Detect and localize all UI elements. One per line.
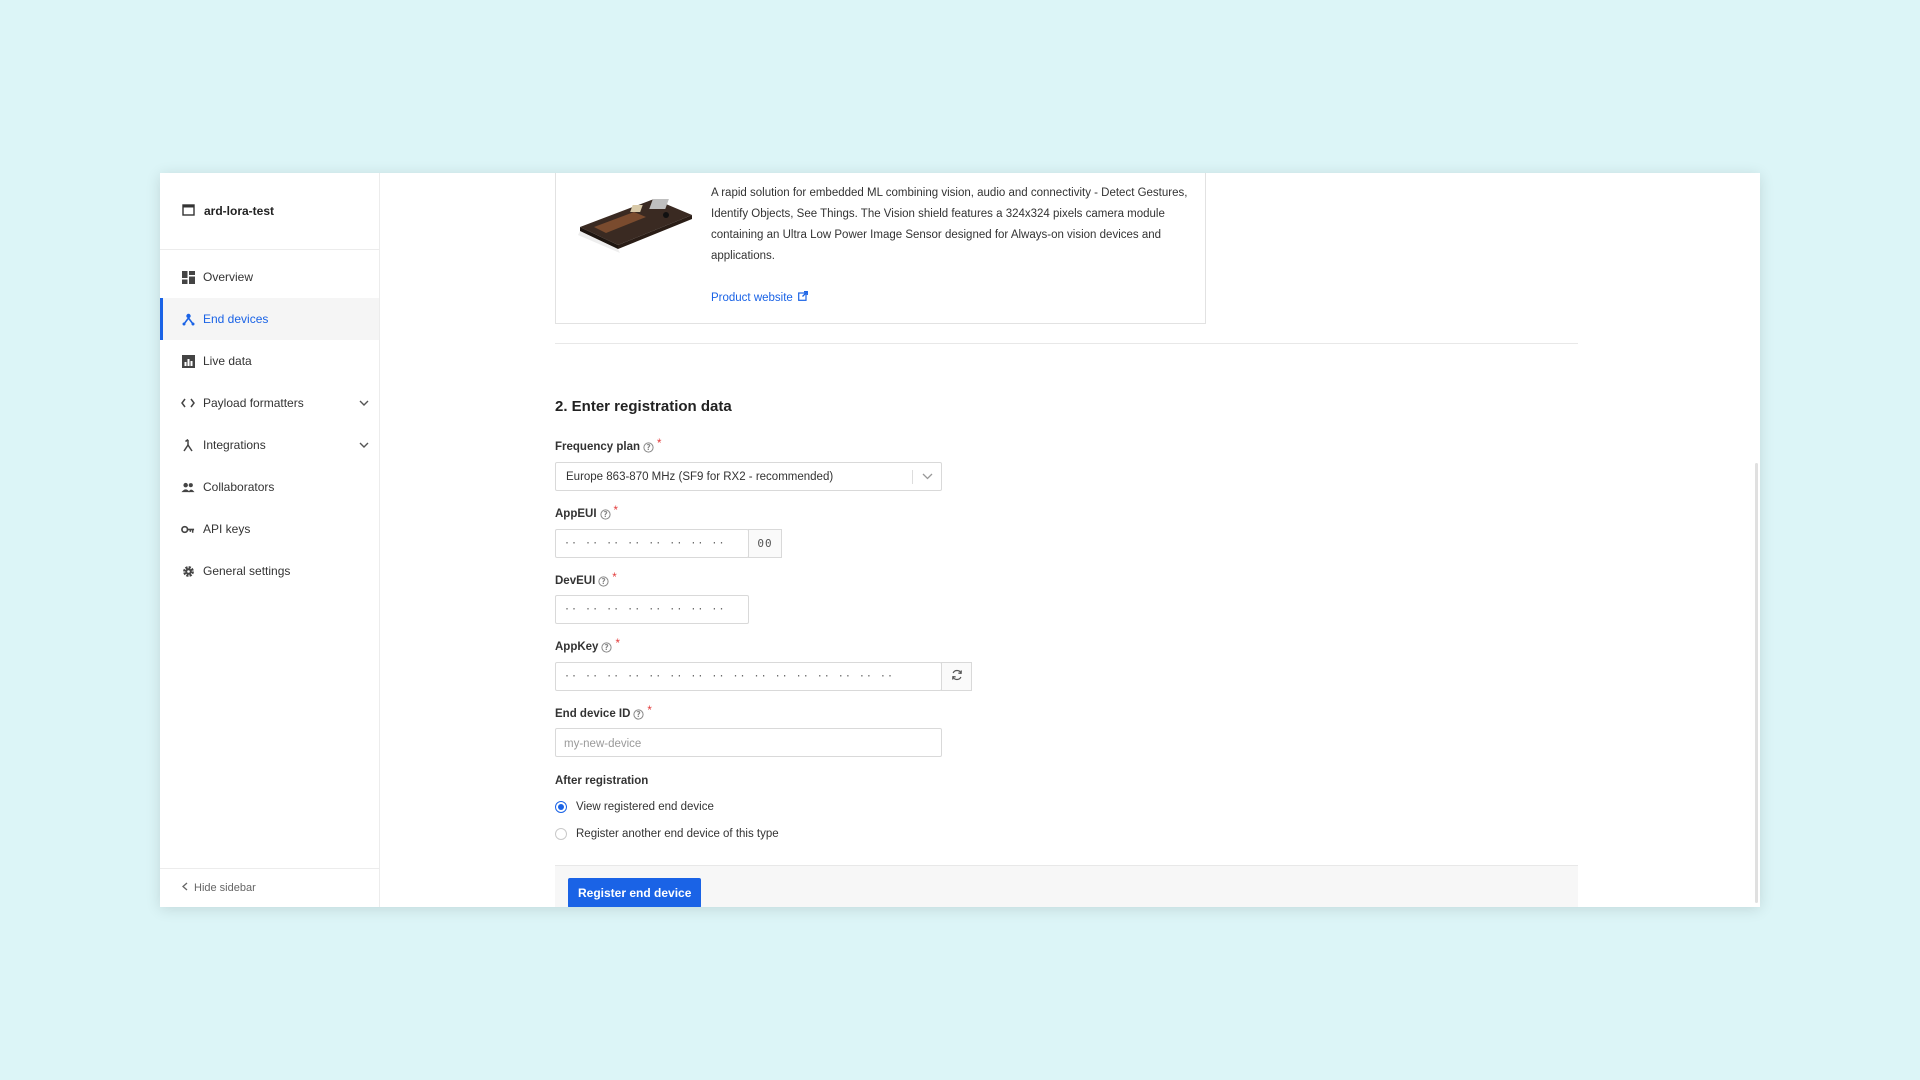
app-key-label: AppKey ? * <box>555 638 620 653</box>
key-icon <box>181 522 195 536</box>
required-asterisk: * <box>647 705 652 717</box>
device-id-field <box>555 728 953 758</box>
people-icon <box>181 480 195 494</box>
sidebar: ard-lora-test Overview End devices Live … <box>160 173 380 907</box>
app-eui-placeholder: ·· ·· ·· ·· ·· ·· ·· ·· <box>564 538 726 549</box>
sidebar-item-label: General settings <box>203 564 291 578</box>
radio-label: Register another end device of this type <box>576 828 779 840</box>
sidebar-nav: Overview End devices Live data Payload f… <box>160 250 379 592</box>
chart-icon <box>181 354 195 368</box>
app-key-generate-button[interactable] <box>941 662 972 691</box>
radio-button[interactable] <box>555 801 567 813</box>
app-eui-fill-zeros-button[interactable]: 00 <box>748 529 782 558</box>
sidebar-item-end-devices[interactable]: End devices <box>160 298 379 340</box>
hide-sidebar-button[interactable]: Hide sidebar <box>160 868 379 907</box>
dev-eui-label: DevEUI ? * <box>555 572 617 587</box>
refresh-icon <box>951 669 963 684</box>
help-icon[interactable]: ? <box>633 708 645 720</box>
product-website-label: Product website <box>711 291 793 304</box>
sidebar-item-label: Payload formatters <box>203 396 304 410</box>
fork-icon <box>181 438 195 452</box>
svg-text:?: ? <box>605 643 609 652</box>
app-eui-input[interactable]: ·· ·· ·· ·· ·· ·· ·· ·· 00 <box>555 529 782 558</box>
app-eui-addon-label: 00 <box>757 537 773 550</box>
help-icon[interactable]: ? <box>599 508 611 520</box>
sidebar-item-label: Integrations <box>203 438 266 452</box>
dev-eui-placeholder: ·· ·· ·· ·· ·· ·· ·· ·· <box>564 604 726 615</box>
after-registration-label: After registration <box>555 775 649 787</box>
radio-view-registered[interactable]: View registered end device <box>555 801 714 813</box>
chevron-down-icon[interactable] <box>922 471 933 483</box>
section-divider <box>555 343 1578 344</box>
radio-label: View registered end device <box>576 801 714 813</box>
frequency-plan-select[interactable]: Europe 863-870 MHz (SF9 for RX2 - recomm… <box>555 462 942 491</box>
sidebar-item-api-keys[interactable]: API keys <box>160 508 379 550</box>
svg-text:?: ? <box>646 443 650 452</box>
help-icon[interactable]: ? <box>643 441 654 453</box>
app-window: ard-lora-test Overview End devices Live … <box>160 173 1760 907</box>
sidebar-item-general-settings[interactable]: General settings <box>160 550 379 592</box>
product-description: A rapid solution for embedded ML combini… <box>711 187 1188 262</box>
help-icon[interactable]: ? <box>598 575 609 587</box>
sidebar-item-label: Live data <box>203 354 252 368</box>
chevron-down-icon[interactable] <box>359 396 369 410</box>
product-website-link[interactable]: Product website <box>711 291 808 304</box>
main-content: A rapid solution for embedded ML combini… <box>380 173 1760 907</box>
device-id-label: End device ID ? * <box>555 705 652 720</box>
radio-register-another[interactable]: Register another end device of this type <box>555 828 779 840</box>
sidebar-item-payload-formatters[interactable]: Payload formatters <box>160 382 379 424</box>
scrollbar[interactable] <box>1755 463 1758 903</box>
svg-text:?: ? <box>602 577 606 586</box>
app-key-input[interactable]: ·· ·· ·· ·· ·· ·· ·· ·· ·· ·· ·· ·· ·· ·… <box>555 662 972 691</box>
frequency-plan-value: Europe 863-870 MHz (SF9 for RX2 - recomm… <box>566 470 834 483</box>
app-eui-label-text: AppEUI <box>555 508 597 520</box>
sidebar-item-live-data[interactable]: Live data <box>160 340 379 382</box>
device-id-label-text: End device ID <box>555 708 631 720</box>
code-icon <box>181 396 195 410</box>
chevron-left-icon <box>182 882 188 894</box>
select-separator <box>912 470 913 484</box>
dev-eui-label-text: DevEUI <box>555 575 596 587</box>
app-header[interactable]: ard-lora-test <box>160 173 379 250</box>
chevron-down-icon[interactable] <box>359 438 369 452</box>
product-card: A rapid solution for embedded ML combini… <box>555 173 1206 324</box>
sidebar-item-label: Collaborators <box>203 480 275 494</box>
sidebar-item-label: End devices <box>203 312 269 326</box>
required-asterisk: * <box>612 572 617 584</box>
app-key-label-text: AppKey <box>555 641 599 653</box>
devices-icon <box>181 312 195 326</box>
grid-icon <box>181 270 195 284</box>
gear-icon <box>181 564 195 578</box>
register-end-device-button[interactable]: Register end device <box>568 878 702 907</box>
svg-text:?: ? <box>603 510 607 519</box>
sidebar-item-integrations[interactable]: Integrations <box>160 424 379 466</box>
radio-button[interactable] <box>555 828 567 840</box>
svg-text:?: ? <box>637 710 641 719</box>
sidebar-item-label: Overview <box>203 270 254 284</box>
required-asterisk: * <box>613 505 619 517</box>
app-name: ard-lora-test <box>204 204 275 218</box>
section-title: 2. Enter registration data <box>555 398 732 415</box>
app-key-placeholder: ·· ·· ·· ·· ·· ·· ·· ·· ·· ·· ·· ·· ·· ·… <box>564 671 894 682</box>
application-icon <box>182 203 195 219</box>
required-asterisk: * <box>615 638 620 650</box>
sidebar-item-overview[interactable]: Overview <box>160 256 379 298</box>
app-eui-label: AppEUI ? * <box>555 505 619 520</box>
frequency-plan-label-text: Frequency plan <box>555 441 640 453</box>
sidebar-item-collaborators[interactable]: Collaborators <box>160 466 379 508</box>
sidebar-item-label: API keys <box>203 522 251 536</box>
external-link-icon <box>797 291 808 304</box>
form-footer: Register end device <box>555 865 1578 907</box>
device-id-input[interactable] <box>556 729 953 758</box>
help-icon[interactable]: ? <box>601 641 613 653</box>
required-asterisk: * <box>657 438 662 450</box>
hide-sidebar-label: Hide sidebar <box>194 882 256 894</box>
dev-eui-input[interactable]: ·· ·· ·· ·· ·· ·· ·· ·· <box>555 595 749 624</box>
frequency-plan-label: Frequency plan ? * <box>555 438 662 453</box>
product-image <box>574 185 696 255</box>
